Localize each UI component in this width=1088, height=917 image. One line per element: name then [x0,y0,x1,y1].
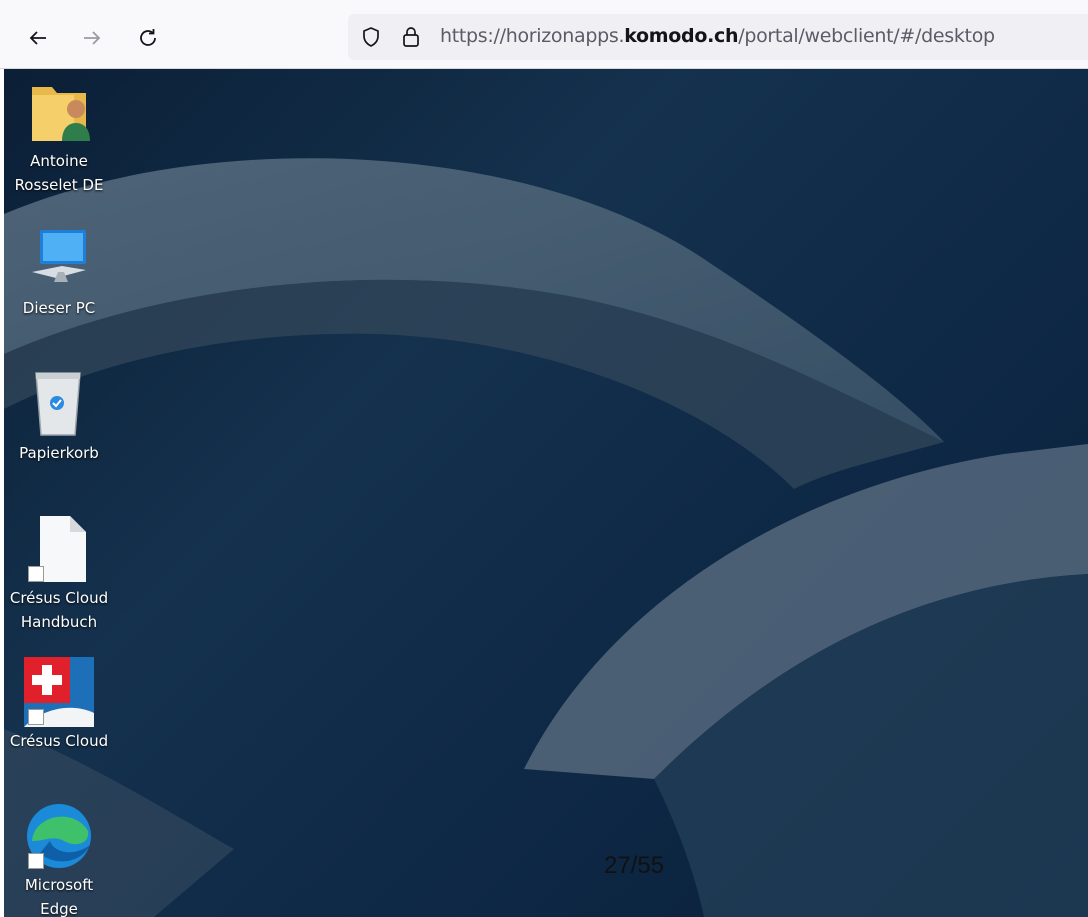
computer-icon [24,224,94,294]
desktop-icon-cresus-handbuch[interactable]: Crésus Cloud Handbuch [4,514,114,634]
forward-button[interactable] [74,20,110,56]
edge-icon [24,801,94,871]
remote-desktop[interactable]: AntoineRosselet DE Dieser PC Papierkorb [4,69,1088,917]
page-indicator: 27/55 [604,852,665,879]
user-folder-icon [24,77,94,147]
desktop-icon-recycle-bin[interactable]: Papierkorb [4,369,114,465]
tracking-protection-shield-icon[interactable] [360,26,382,48]
shortcut-arrow-icon [28,709,44,725]
icon-label: Papierkorb [19,444,99,462]
icon-label: Antoine Rosselet DE [14,152,104,194]
url-domain: komodo.ch [624,25,739,47]
url-prefix: https://horizonapps. [440,25,625,47]
address-bar[interactable]: https://horizonapps.komodo.ch/portal/web… [348,14,1088,60]
desktop-icon-edge[interactable]: Microsoft Edge [4,801,114,917]
shortcut-arrow-icon [28,566,44,582]
cresus-app-icon [24,657,94,727]
forward-arrow-icon [84,31,101,45]
shortcut-arrow-icon [28,853,44,869]
icon-label: Crésus Cloud Handbuch [9,589,109,631]
url-path: /portal/webclient/#/desktop [738,25,995,47]
back-arrow-icon [29,31,46,45]
reload-icon [140,29,156,46]
url-text[interactable]: https://horizonapps.komodo.ch/portal/web… [440,25,995,47]
desktop-icon-this-pc[interactable]: Dieser PC [4,224,114,320]
desktop-icon-user-folder[interactable]: Antoine Rosselet DE [4,77,114,197]
desktop-icon-cresus-cloud[interactable]: Crésus Cloud [4,657,114,753]
document-icon [24,514,94,584]
back-button[interactable] [20,20,56,56]
browser-toolbar: https://horizonapps.komodo.ch/portal/web… [0,0,1088,69]
recycle-bin-icon [24,369,94,439]
icon-label: Crésus Cloud [9,732,109,750]
lock-icon[interactable] [400,25,422,49]
reload-button[interactable] [130,20,166,56]
icon-label: Microsoft Edge [24,876,94,917]
wallpaper-swirl [4,158,1088,917]
icon-label: Dieser PC [22,299,96,317]
